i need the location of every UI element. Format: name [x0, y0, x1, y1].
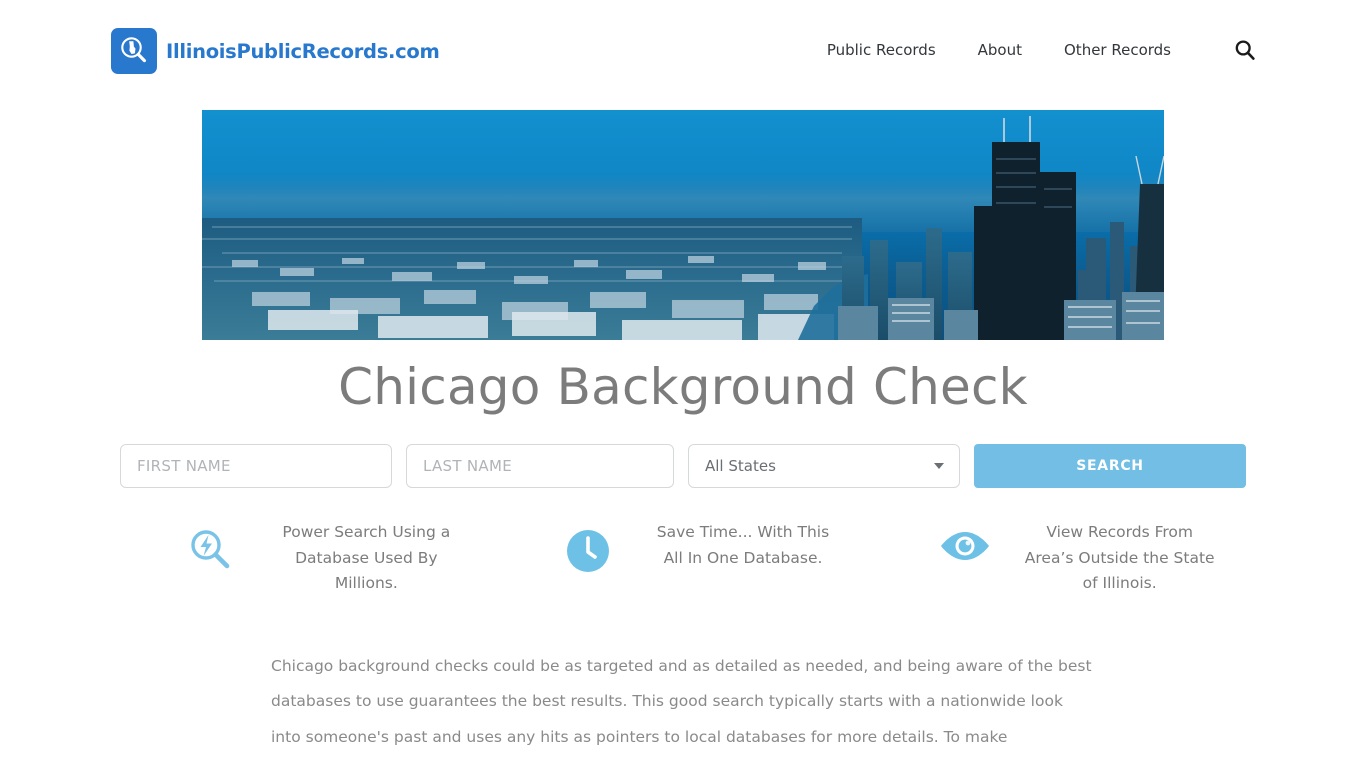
chicago-skyline-image [202, 110, 1164, 340]
last-name-input[interactable] [406, 444, 674, 488]
eye-icon [905, 520, 1025, 564]
feature-item-power-search: Power Search Using a Database Used By Mi… [118, 520, 495, 597]
clock-icon [528, 520, 648, 574]
magnifier-illinois-logo-icon [111, 28, 157, 74]
nav-item-public-records[interactable]: Public Records [806, 41, 957, 59]
search-submit-button[interactable]: SEARCH [974, 444, 1246, 488]
power-search-icon [151, 520, 271, 572]
site-logo-text: IllinoisPublicRecords.com [166, 39, 440, 63]
page-title: Chicago Background Check [338, 358, 1028, 416]
feature-label: View Records From Area’s Outside the Sta… [1024, 523, 1215, 592]
nav-item-about[interactable]: About [957, 41, 1043, 59]
nav-item-other-records[interactable]: Other Records [1043, 41, 1192, 59]
first-name-input[interactable] [120, 444, 392, 488]
article-paragraph: Chicago background checks could be as ta… [271, 656, 1092, 746]
feature-item-save-time: Save Time... With This All In One Databa… [495, 520, 872, 597]
hero-section [0, 100, 1366, 340]
search-icon[interactable] [1232, 37, 1258, 63]
feature-label: Save Time... With This All In One Databa… [656, 523, 830, 567]
state-select-value: All States [705, 457, 776, 475]
feature-item-view-records: View Records From Area’s Outside the Sta… [871, 520, 1248, 597]
site-logo-link[interactable]: IllinoisPublicRecords.com [111, 28, 440, 74]
main-navigation: Public Records About Other Records [806, 37, 1258, 63]
site-header: IllinoisPublicRecords.com Public Records… [0, 0, 1366, 100]
state-select[interactable]: All States [688, 444, 960, 488]
feature-label: Power Search Using a Database Used By Mi… [282, 523, 451, 592]
record-search-form: All States SEARCH [0, 444, 1366, 506]
feature-list: Power Search Using a Database Used By Mi… [118, 520, 1248, 597]
